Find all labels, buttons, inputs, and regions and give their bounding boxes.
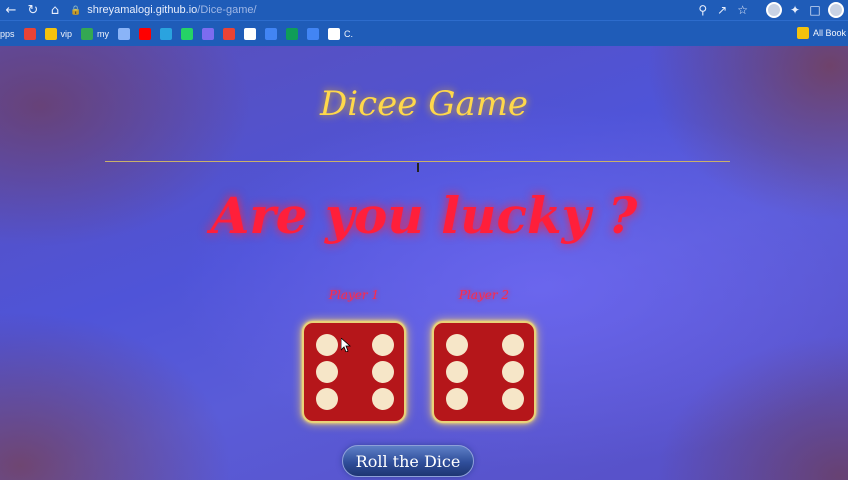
bookmark-icon: [265, 27, 278, 40]
dice-pip: [372, 361, 394, 383]
dice-pip: [316, 388, 338, 410]
bookmark-item[interactable]: [181, 27, 194, 40]
bookmark-item[interactable]: vip: [44, 27, 73, 40]
dice-pip: [446, 334, 468, 356]
extensions-icon[interactable]: ✦: [788, 3, 802, 17]
divider: [105, 161, 730, 162]
bookmark-icon: [44, 27, 57, 40]
url-path: /Dice-game/: [197, 4, 257, 16]
bookmark-item[interactable]: [244, 27, 257, 40]
bookmark-label: my: [97, 28, 110, 39]
reload-icon[interactable]: ↻: [22, 0, 44, 20]
bookmark-item[interactable]: pps: [0, 29, 15, 39]
bookmark-item[interactable]: [118, 27, 131, 40]
roll-dice-button[interactable]: Roll the Dice: [342, 445, 474, 477]
bookmark-icon: [244, 27, 257, 40]
bookmark-item[interactable]: my: [81, 27, 110, 40]
bookmark-icon: [118, 27, 131, 40]
tagline: Are you lucky ?: [210, 186, 638, 245]
bookmark-icon: [181, 27, 194, 40]
bookmark-item[interactable]: C.: [328, 27, 354, 40]
bookmark-label: pps: [0, 28, 15, 39]
bookmark-icon: [81, 27, 94, 40]
bookmark-icon: [223, 27, 236, 40]
dice-pip: [372, 334, 394, 356]
dice-pip: [316, 361, 338, 383]
bookmark-icon: [202, 27, 215, 40]
lock-icon: 🔒: [70, 4, 82, 15]
bookmark-item[interactable]: [265, 27, 278, 40]
bookmark-item[interactable]: [160, 27, 173, 40]
dice-pip: [316, 334, 338, 356]
game-page: Dicee Game Are you lucky ? Player 1 Play…: [0, 46, 848, 480]
all-bookmarks-label: All Book: [812, 28, 846, 38]
dice-player1: [302, 321, 406, 423]
bookmark-label: vip: [60, 28, 73, 39]
dice-pip: [502, 334, 524, 356]
mouse-cursor-icon: [341, 338, 351, 352]
dice-player2: [432, 321, 536, 423]
bookmark-icon: [328, 27, 341, 40]
bookmark-item[interactable]: [286, 27, 299, 40]
browser-toolbar: ← ↻ ⌂ 🔒 shreyamalogi.github.io/Dice-game…: [0, 0, 848, 20]
bookmark-icon: [23, 27, 36, 40]
url-host: shreyamalogi.github.io: [87, 4, 198, 16]
bookmark-icon: [160, 27, 173, 40]
sidepanel-icon[interactable]: □: [808, 3, 822, 17]
back-icon[interactable]: ←: [0, 0, 22, 20]
dice-pip: [502, 388, 524, 410]
bookmarks-bar: pps vip my C.: [0, 20, 848, 46]
share-icon[interactable]: ↗: [717, 3, 727, 17]
bookmark-item[interactable]: [202, 27, 215, 40]
dice-pip: [502, 361, 524, 383]
bookmark-icon: [286, 27, 299, 40]
bookmark-item[interactable]: [139, 27, 152, 40]
all-bookmarks[interactable]: All Book: [796, 20, 848, 46]
bookmark-icon: [307, 27, 320, 40]
bookmark-item[interactable]: [223, 27, 236, 40]
bookmark-item[interactable]: [23, 27, 36, 40]
game-title: Dicee Game: [319, 84, 529, 124]
dice-pip: [446, 361, 468, 383]
star-icon[interactable]: ☆: [737, 3, 748, 17]
profile-avatar[interactable]: [766, 2, 782, 18]
folder-icon: [796, 27, 809, 39]
home-icon[interactable]: ⌂: [44, 0, 66, 20]
account-avatar[interactable]: [828, 2, 844, 18]
bookmark-item[interactable]: [307, 27, 320, 40]
zoom-icon[interactable]: ⚲: [698, 3, 707, 17]
player1-label: Player 1: [328, 288, 380, 302]
bookmark-label: C.: [344, 28, 354, 39]
address-bar[interactable]: 🔒 shreyamalogi.github.io/Dice-game/: [70, 0, 760, 20]
text-cursor: [417, 163, 419, 172]
dice-pip: [372, 388, 394, 410]
dice-pip: [446, 388, 468, 410]
bookmark-icon: [139, 27, 152, 40]
player2-label: Player 2: [458, 288, 510, 302]
